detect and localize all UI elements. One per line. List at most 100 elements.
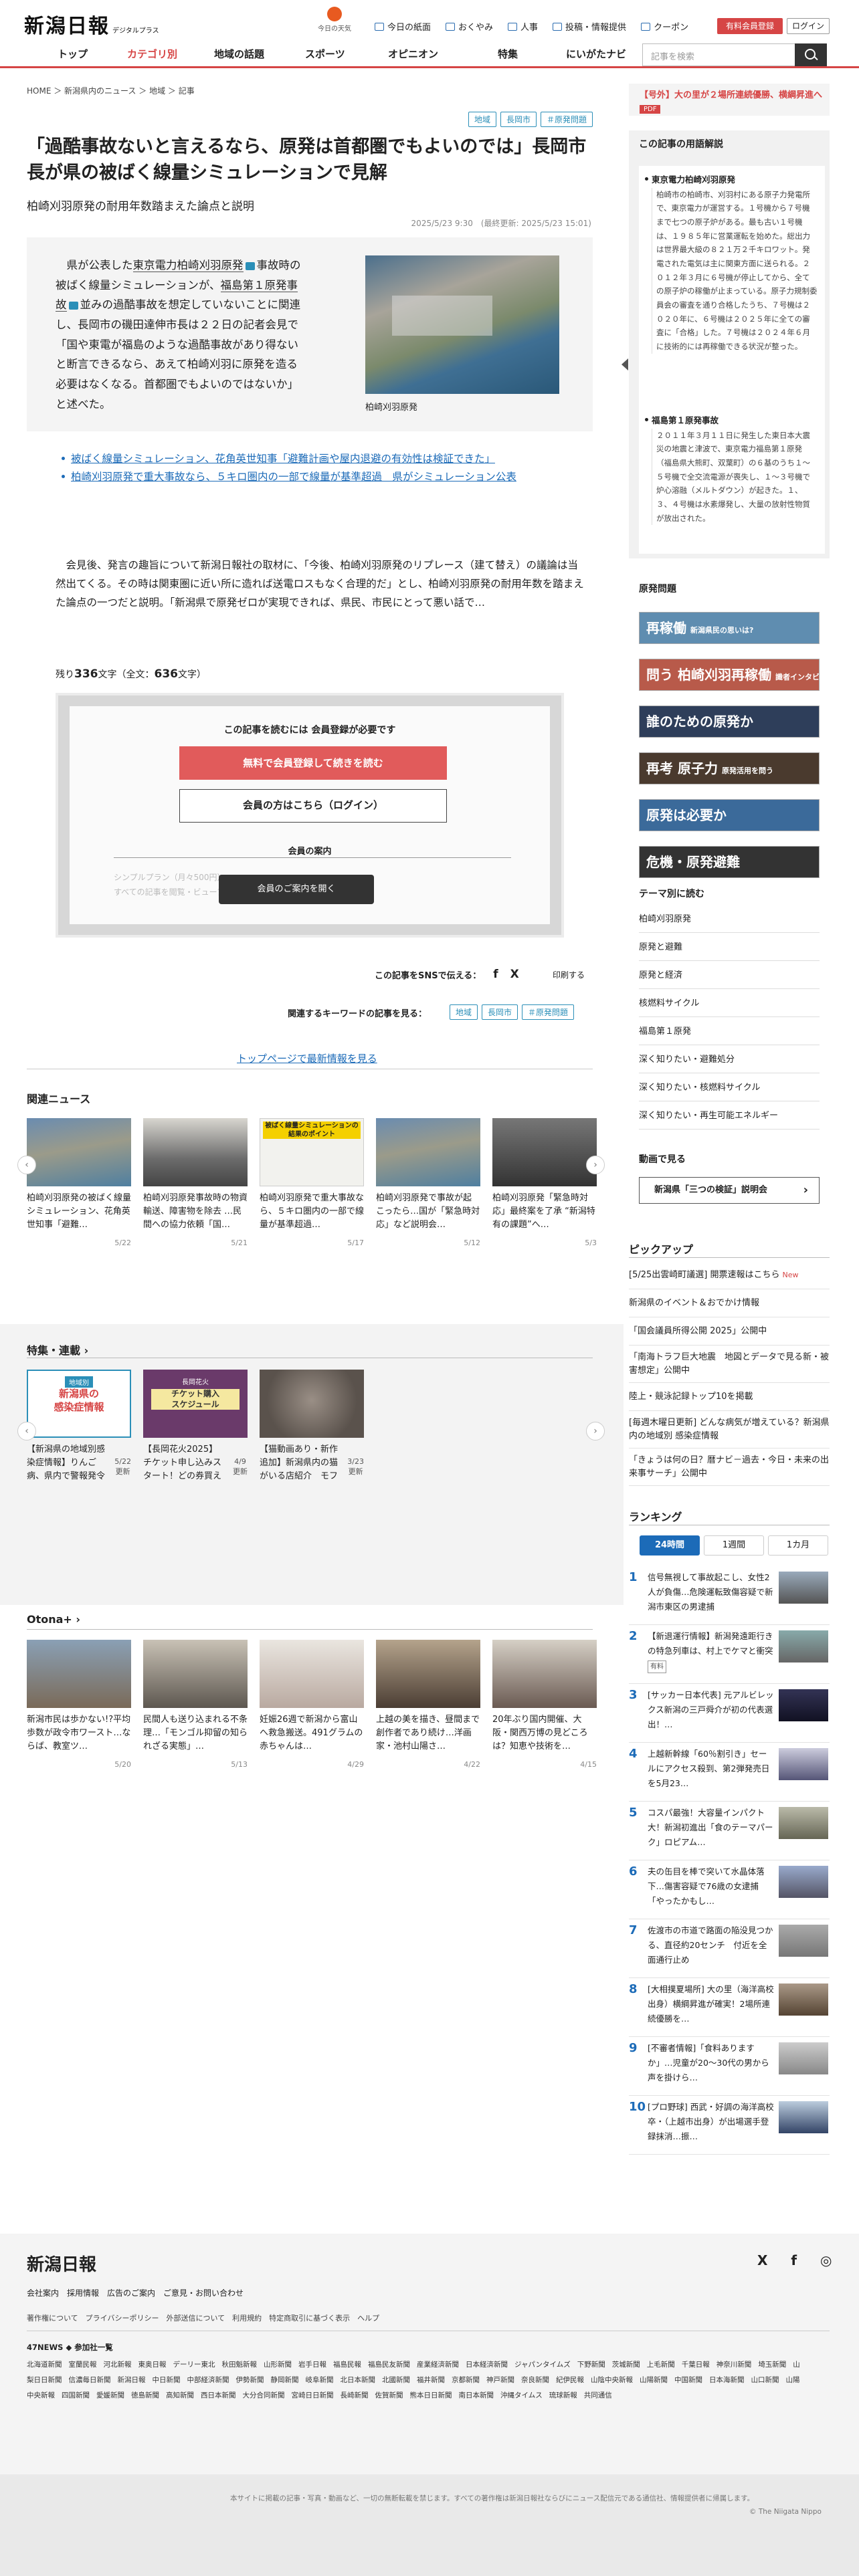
footer-links[interactable]: 会社案内 採用情報 広告のご案内 ご意見・お問い合わせ (27, 2287, 244, 2298)
submission-link[interactable]: 投稿・情報提供 (553, 20, 626, 33)
banner-saiko[interactable]: 再考 原子力 原発活用を問う (639, 752, 820, 784)
coupon-link[interactable]: クーポン (641, 20, 688, 33)
partner-paper-link[interactable]: 茨城新聞 (612, 2361, 640, 2369)
pickup-item[interactable]: 陸上・競泳記録トップ10を掲載 (629, 1383, 830, 1411)
partner-paper-link[interactable]: 山口新聞 (751, 2376, 779, 2384)
partner-paper-link[interactable]: 伊勢新聞 (236, 2376, 264, 2384)
partner-paper-link[interactable]: 福島民報 (333, 2361, 361, 2369)
search-input[interactable]: 記事を検索 (651, 49, 694, 62)
register-button[interactable]: 有料会員登録 (717, 18, 783, 34)
member-login-button[interactable]: 会員の方はこちら（ログイン） (179, 789, 447, 823)
ranking-item[interactable]: 9 [不審者情報]「食料ありますか」…児童が20～30代の男から声を掛けら… (629, 2037, 830, 2096)
partner-paper-link[interactable]: 北國新聞 (382, 2376, 410, 2384)
ranking-item[interactable]: 4 上越新幹線「60％割引き」セールにアクセス殺到、第2弾発売日を5月23… (629, 1743, 830, 1802)
tag-chiiki[interactable]: 地域 (468, 112, 496, 127)
partner-paper-link[interactable]: 徳島新聞 (131, 2391, 159, 2399)
nav-opinion[interactable]: オピニオン (388, 47, 438, 61)
banner-saikado[interactable]: 再稼働 新潟県民の思いは? (639, 612, 820, 644)
nav-local[interactable]: 地域の話題 (214, 47, 264, 61)
partner-paper-link[interactable]: 北海道新聞 (27, 2361, 62, 2369)
partner-paper-link[interactable]: 岐阜新聞 (306, 2376, 334, 2384)
partner-paper-link[interactable]: 中日新聞 (153, 2376, 181, 2384)
partner-paper-link[interactable]: 南日本新聞 (459, 2391, 494, 2399)
nav-category[interactable]: カテゴリ別 (127, 47, 177, 61)
otona-card[interactable]: 新潟市民は歩かない!?平均歩数が政令市ワースト…ならば、教室ツ… 5/20 (27, 1640, 131, 1769)
site-logo[interactable]: 新潟日報 デジタルプラス (24, 9, 159, 39)
partner-paper-link[interactable]: 宮崎日日新聞 (292, 2391, 334, 2399)
article-photo[interactable] (365, 255, 559, 394)
footer-links-sub[interactable]: 著作権について プライバシーポリシー 外部送信について 利用規約 特定商取引に基… (27, 2313, 379, 2323)
pickup-item[interactable]: 「南海トラフ巨大地震 地図とデータで見る新・被害想定」公開中 (629, 1346, 830, 1383)
partner-paper-link[interactable]: 愛媛新聞 (96, 2391, 124, 2399)
partner-paper-link[interactable]: 中部経済新聞 (187, 2376, 229, 2384)
partner-paper-link[interactable]: 琉球新報 (549, 2391, 577, 2399)
tag-genpatsu[interactable]: ＃原発問題 (540, 112, 593, 127)
breadcrumb[interactable]: HOME ＞ 新潟県内のニュース ＞ 地域 ＞ 記事 (27, 85, 195, 96)
partner-paper-link[interactable]: 室蘭民報 (69, 2361, 97, 2369)
carousel-next-button[interactable]: › (586, 1156, 605, 1174)
tokushu-card[interactable]: 地域別新潟県の 感染症情報【新潟県の地域別感染症情報】りんご病、県内で警報発令中… (27, 1370, 131, 1483)
nav-top[interactable]: トップ (58, 47, 88, 61)
theme-item[interactable]: 福島第１原発 (639, 1018, 820, 1045)
footer-logo[interactable]: 新潟日報 (27, 2251, 96, 2276)
carousel-prev-button[interactable]: ‹ (17, 1422, 36, 1440)
carousel-prev-button[interactable]: ‹ (17, 1156, 36, 1174)
nav-special[interactable]: 特集 (498, 47, 518, 61)
partner-paper-link[interactable]: ジャパンタイムズ (514, 2361, 571, 2369)
partner-paper-link[interactable]: 下野新聞 (577, 2361, 605, 2369)
ranking-item[interactable]: 8 [大相撲夏場所] 大の里（海洋高校出身）横綱昇進が確実！2場所連続優勝を… (629, 1978, 830, 2037)
tokushu-card[interactable]: 長岡花火 チケット購入 スケジュール 【長岡花火2025】チケット申し込みスタート！… (143, 1370, 248, 1483)
pickup-item[interactable]: 「きょうは何の日？暦ナビ－過去・今日・未来の出来事サーチ」公開中 (629, 1448, 830, 1486)
obituary-link[interactable]: おくやみ (446, 20, 493, 33)
pickup-item[interactable]: [毎週木曜日更新] どんな病気が増えている？新潟県内の地域別 感染症情報 (629, 1411, 830, 1448)
tag-nagaoka[interactable]: 長岡市 (482, 1004, 518, 1020)
partner-paper-link[interactable]: 新潟日報 (118, 2376, 146, 2384)
partner-paper-link[interactable]: 高知新聞 (166, 2391, 194, 2399)
partner-paper-link[interactable]: 日本経済新聞 (466, 2361, 508, 2369)
partner-paper-link[interactable]: 山陽新聞 (640, 2376, 668, 2384)
related-link[interactable]: 柏崎刈羽原発で重大事故なら、５キロ圏内の一部で線量が基準超過 県がシミュレーショ… (62, 468, 570, 486)
ranking-item[interactable]: 6 夫の缶目を棒で突いて水晶体落下…傷害容疑で76歳の女逮捕「やったかもし… (629, 1860, 830, 1919)
partner-paper-link[interactable]: 西日本新聞 (201, 2391, 236, 2399)
search-icon[interactable] (795, 43, 827, 66)
top-page-link[interactable]: トップページで最新情報を見る (237, 1051, 377, 1065)
partner-paper-link[interactable]: 沖縄タイムス (500, 2391, 543, 2399)
search-box[interactable]: 記事を検索 (642, 43, 827, 66)
tag-genpatsu[interactable]: ＃原発問題 (522, 1004, 575, 1020)
theme-item[interactable]: 深く知りたい・核燃料サイクル (639, 1075, 820, 1101)
partner-paper-link[interactable]: デーリー東北 (173, 2361, 215, 2369)
banner-kiki[interactable]: 危機・原発避難 (639, 846, 820, 878)
related-news-card[interactable]: 柏崎刈羽原発「緊急時対応」最終案を了承 “新潟特有の課題”へ… 5/3 (492, 1118, 597, 1247)
partner-paper-link[interactable]: 長崎新聞 (341, 2391, 369, 2399)
related-link[interactable]: 被ばく線量シミュレーション、花角英世知事「避難計画や屋内退避の有効性は検証できた… (62, 450, 570, 468)
partner-paper-link[interactable]: 奈良新聞 (521, 2376, 549, 2384)
partner-paper-link[interactable]: 静岡新聞 (271, 2376, 299, 2384)
tokushu-heading[interactable]: 特集・連載 › (27, 1341, 88, 1358)
partner-paper-link[interactable]: 佐賀新聞 (375, 2391, 403, 2399)
partner-paper-link[interactable]: 神戸新聞 (486, 2376, 514, 2384)
personnel-link[interactable]: 人事 (508, 20, 538, 33)
footer-social-icons[interactable]: X f ◎ (757, 2252, 842, 2268)
x-icon[interactable]: X (510, 968, 519, 981)
weather-widget[interactable]: 今日の天気 (314, 7, 355, 33)
partner-paper-link[interactable]: 東奥日報 (138, 2361, 167, 2369)
partner-paper-link[interactable]: 岩手日報 (298, 2361, 326, 2369)
partner-paper-link[interactable]: 福井新聞 (417, 2376, 445, 2384)
partner-paper-link[interactable]: 千葉日報 (682, 2361, 710, 2369)
carousel-next-button[interactable]: › (586, 1422, 605, 1440)
theme-item[interactable]: 原発と避難 (639, 934, 820, 961)
partner-paper-link[interactable]: 福島民友新聞 (368, 2361, 410, 2369)
pickup-item[interactable]: 「国会議員所得公開 2025」公開中 (629, 1317, 830, 1346)
otona-card[interactable]: 上越の美を描き、昼間まで創作者であり続け…洋画家・池村山陽さ… 4/22 (376, 1640, 480, 1769)
partner-paper-link[interactable]: 山形新聞 (264, 2361, 292, 2369)
otona-card[interactable]: 20年ぶり国内開催、大阪・関西万博の見どころは？知恵や技術を… 4/15 (492, 1640, 597, 1769)
tag-nagaoka[interactable]: 長岡市 (500, 112, 537, 127)
related-news-card[interactable]: 柏崎刈羽原発で事故が起こったら…国が「緊急時対応」など説明会… 5/12 (376, 1118, 480, 1247)
nav-sports[interactable]: スポーツ (305, 47, 345, 61)
video-button[interactable]: 新潟県「三つの検証」説明会 (639, 1177, 820, 1204)
ranking-item[interactable]: 7 佐渡市の市道で路面の陥没見つかる、直径約20センチ 付近を全面通行止め (629, 1919, 830, 1978)
free-register-button[interactable]: 無料で会員登録して続きを読む (179, 746, 447, 780)
partner-paper-link[interactable]: 河北新報 (104, 2361, 132, 2369)
theme-item[interactable]: 深く知りたい・避難処分 (639, 1047, 820, 1073)
glossary-icon[interactable] (68, 301, 78, 310)
